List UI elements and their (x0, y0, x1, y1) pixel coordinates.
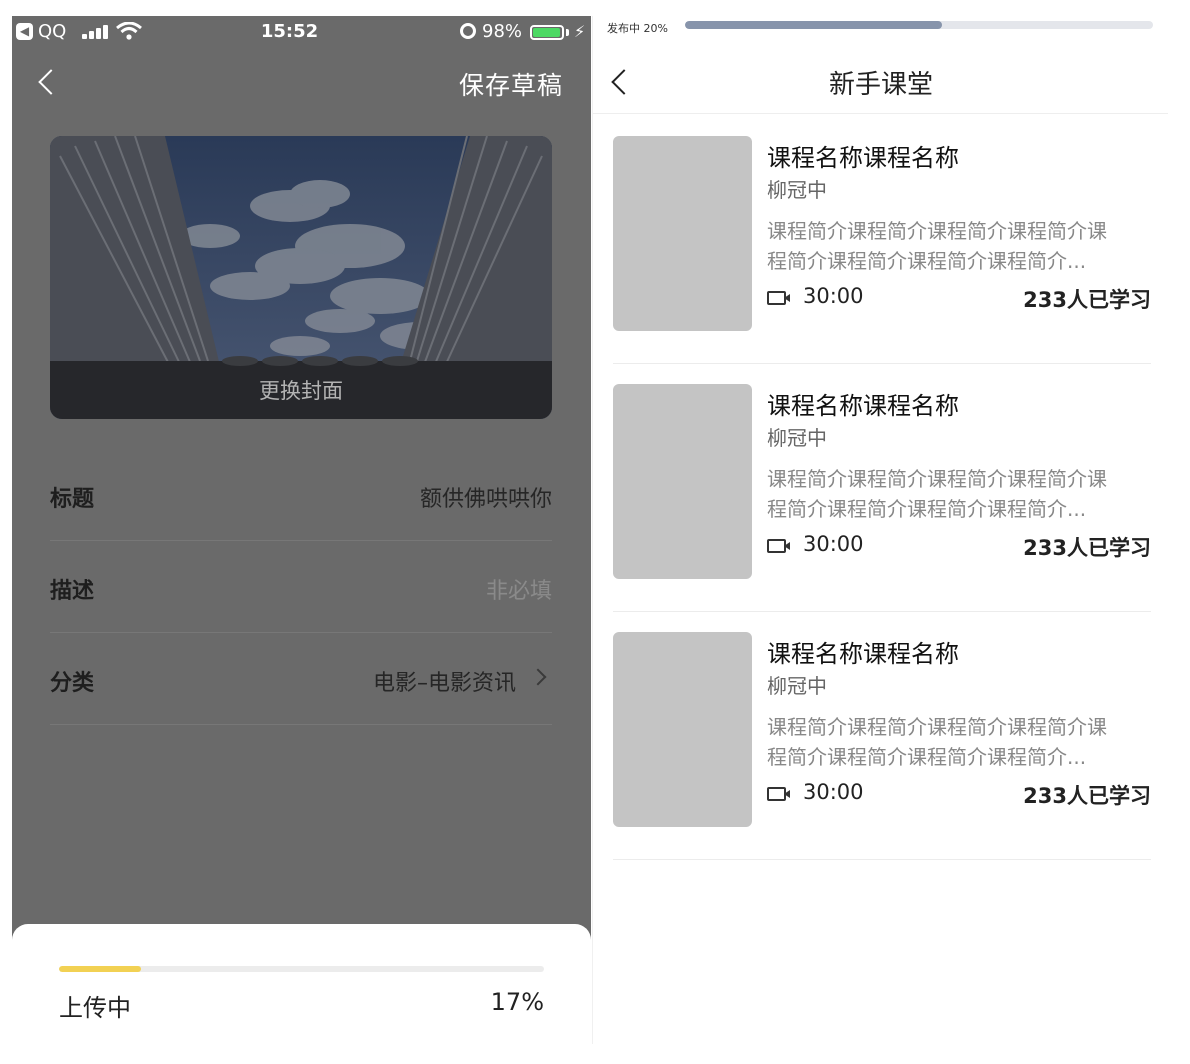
course-title[interactable]: 课程名称课程名称 (767, 634, 959, 669)
cover-image[interactable]: 更换封面 (50, 136, 552, 419)
course-description-line: 程简介课程简介课程简介课程简介... (767, 249, 1087, 273)
course-author: 柳冠中 (767, 674, 827, 698)
course-title[interactable]: 课程名称课程名称 (767, 138, 959, 173)
course-thumbnail[interactable] (613, 136, 752, 331)
course-duration: 30:00 (803, 532, 864, 556)
course-description-line: 程简介课程简介课程简介课程简介... (767, 497, 1087, 521)
course-learner-count: 233人已学习 (1023, 536, 1151, 560)
course-author: 柳冠中 (767, 426, 827, 450)
battery-icon (530, 25, 564, 40)
description-input[interactable]: 非必填 (486, 573, 552, 605)
upload-progress-sheet: 上传中 17% (12, 924, 591, 1044)
chevron-right-icon[interactable] (529, 668, 547, 686)
upload-form-screen: ◀ QQ 15:52 98% ⚡ 保存草稿 更换封面 标题 额供佛哄哄你 描述 … (12, 16, 591, 1044)
title-label: 标题 (50, 487, 95, 512)
course-learner-count: 233人已学习 (1023, 784, 1151, 808)
course-description-line: 课程简介课程简介课程简介课程简介课 (767, 219, 1107, 243)
course-learner-count: 233人已学习 (1023, 288, 1151, 312)
description-label: 描述 (50, 579, 95, 604)
video-camera-icon (767, 291, 790, 305)
back-chevron-icon[interactable] (38, 69, 64, 95)
description-row[interactable]: 描述 非必填 (50, 541, 552, 633)
category-label: 分类 (50, 671, 95, 696)
course-duration: 30:00 (803, 284, 864, 308)
top-nav: 新手课堂 (593, 50, 1168, 114)
category-value[interactable]: 电影–电影资讯 (373, 665, 516, 697)
upload-percent: 17% (490, 988, 544, 1016)
course-duration: 30:00 (803, 780, 864, 804)
publish-progress-fill (685, 21, 943, 29)
course-description-line: 课程简介课程简介课程简介课程简介课 (767, 715, 1107, 739)
course-description-line: 课程简介课程简介课程简介课程简介课 (767, 467, 1107, 491)
status-bar: ◀ QQ 15:52 98% ⚡ (12, 16, 591, 48)
save-draft-button[interactable]: 保存草稿 (459, 66, 563, 102)
page-title: 新手课堂 (828, 70, 933, 100)
upload-status-label: 上传中 (59, 994, 131, 1022)
title-row[interactable]: 标题 额供佛哄哄你 (50, 449, 552, 541)
course-title[interactable]: 课程名称课程名称 (767, 386, 959, 421)
battery-percent: 98% (482, 21, 523, 42)
course-thumbnail[interactable] (613, 384, 752, 579)
title-input[interactable]: 额供佛哄哄你 (420, 481, 552, 513)
charging-icon: ⚡ (574, 22, 586, 41)
change-cover-label[interactable]: 更换封面 (50, 375, 552, 405)
course-author: 柳冠中 (767, 178, 827, 202)
course-description: 课程简介课程简介课程简介课程简介课 程简介课程简介课程简介课程简介... (767, 464, 1151, 524)
video-camera-icon (767, 539, 790, 553)
top-nav: 保存草稿 (12, 56, 591, 116)
course-list-screen: 发布中 20% 新手课堂 课程名称课程名称 柳冠中 课程简介课程简介课程简介课程… (592, 16, 1168, 1044)
battery-fill (533, 28, 561, 37)
publish-progress-label: 发布中 20% (607, 22, 668, 35)
course-card[interactable]: 课程名称课程名称 柳冠中 课程简介课程简介课程简介课程简介课 程简介课程简介课程… (613, 364, 1151, 612)
category-row[interactable]: 分类 电影–电影资讯 (50, 633, 552, 725)
publish-progress-bar: 发布中 20% (593, 16, 1168, 38)
course-description: 课程简介课程简介课程简介课程简介课 程简介课程简介课程简介课程简介... (767, 216, 1151, 276)
course-description-line: 程简介课程简介课程简介课程简介... (767, 745, 1087, 769)
status-time: 15:52 (260, 21, 319, 42)
course-description: 课程简介课程简介课程简介课程简介课 程简介课程简介课程简介课程简介... (767, 712, 1151, 772)
course-card[interactable]: 课程名称课程名称 柳冠中 课程简介课程简介课程简介课程简介课 程简介课程简介课程… (613, 116, 1151, 364)
video-camera-icon (767, 787, 790, 801)
alarm-icon (460, 23, 476, 39)
course-thumbnail[interactable] (613, 632, 752, 827)
battery-tip (566, 29, 569, 36)
upload-progress-bar (59, 966, 544, 972)
course-card[interactable]: 课程名称课程名称 柳冠中 课程简介课程简介课程简介课程简介课 程简介课程简介课程… (613, 612, 1151, 860)
upload-progress-fill (59, 966, 142, 972)
publish-progress-track (685, 21, 1153, 29)
